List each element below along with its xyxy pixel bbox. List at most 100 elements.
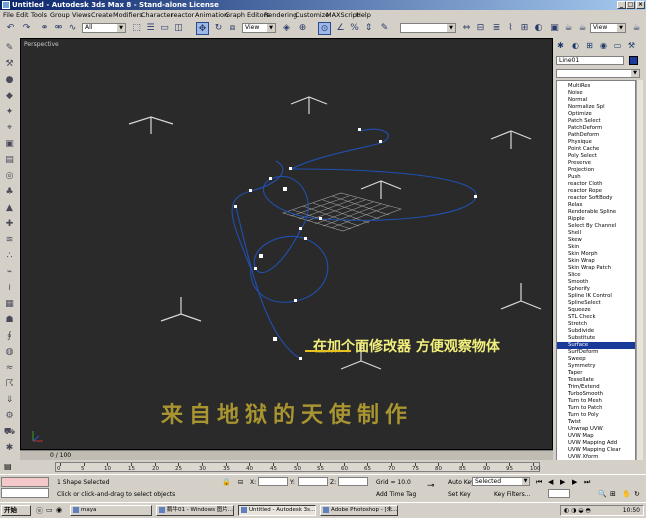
go-to-end-icon[interactable]: ⏭ (584, 478, 590, 487)
minimize-button[interactable]: _ (617, 1, 626, 9)
sphere-icon[interactable]: ● (3, 74, 16, 86)
angle-snap-icon[interactable]: ∠ (334, 22, 347, 35)
render-last-icon[interactable]: ☕ (576, 22, 589, 35)
menu-help[interactable]: Help (356, 10, 371, 20)
modifier-item[interactable]: Skin (568, 244, 579, 251)
modifier-item[interactable]: Unwrap UVW (568, 426, 603, 433)
active-shade-icon[interactable]: ☕ (630, 22, 643, 35)
timeline-track[interactable]: 0 5 10 15 20 25 30 35 40 45 50 55 60 65 70 75 80 85 90 95 10… (55, 462, 541, 472)
prev-frame-icon[interactable]: ◀ (548, 478, 553, 486)
modifier-item[interactable]: Sweep (568, 356, 586, 363)
modifier-item[interactable]: Relax (568, 202, 583, 209)
close-button[interactable]: × (636, 1, 645, 9)
current-frame-field[interactable] (548, 489, 570, 498)
modifier-item[interactable]: Turn to Patch (568, 405, 602, 412)
modifier-item[interactable]: Spherify (568, 286, 590, 293)
modifier-item[interactable]: reactor SoftBody (568, 195, 612, 202)
water-icon[interactable]: ≈ (3, 362, 16, 374)
key-mode-dropdown[interactable]: Selected ▼ (472, 477, 530, 486)
modifier-item[interactable]: Renderable Spline (568, 209, 616, 216)
modifier-item[interactable]: Trim/Extend (568, 384, 600, 391)
layer-manager-icon[interactable]: ≣ (490, 22, 503, 35)
percent-snap-icon[interactable]: % (348, 22, 361, 35)
particles-icon[interactable]: ∴ (3, 250, 16, 262)
toy-car-icon[interactable]: ⛟ (3, 426, 16, 438)
menu-file[interactable]: File (3, 10, 14, 20)
material-editor-icon[interactable]: ◐ (532, 22, 545, 35)
mirror-icon[interactable]: ⇔ (460, 22, 473, 35)
pencil-icon[interactable]: ✎ (3, 42, 16, 54)
modifier-item[interactable]: SurfDeform (568, 349, 598, 356)
menu-group[interactable]: Group (50, 10, 70, 20)
modifier-item[interactable]: Surface (557, 342, 635, 349)
create-tab-icon[interactable]: ✱ (556, 41, 565, 50)
taskbar-task[interactable]: Adobe Photoshop - [未... (320, 505, 398, 516)
modifier-item[interactable]: Skin Morph (568, 251, 598, 258)
modifier-item[interactable]: Substitute (568, 335, 595, 342)
bind-space-warp-icon[interactable]: ∿ (66, 22, 79, 35)
modifier-item[interactable]: Push (568, 174, 581, 181)
helper-icon[interactable]: ✚ (3, 218, 16, 230)
key-filters-button[interactable]: Key Filters... (494, 491, 531, 498)
object-color-swatch[interactable] (629, 56, 638, 65)
x-coordinate-field[interactable] (258, 477, 288, 486)
select-manipulate-icon[interactable]: ⊕ (296, 22, 309, 35)
modifier-item[interactable]: PatchDeform (568, 125, 602, 132)
menu-rendering[interactable]: Rendering (264, 10, 297, 20)
rope-icon[interactable]: ∮ (3, 330, 16, 342)
unlink-icon[interactable]: ⚮ (52, 22, 65, 35)
wind-icon[interactable]: ☈ (3, 378, 16, 390)
motion-tab-icon[interactable]: ◉ (599, 41, 608, 50)
render-type-dropdown[interactable]: View ▼ (590, 23, 626, 33)
fracture-icon[interactable]: ✱ (3, 442, 16, 454)
named-selection-dropdown[interactable]: ▼ (400, 23, 456, 33)
lock-selection-icon[interactable]: 🔒 (222, 478, 231, 486)
spinner-snap-icon[interactable]: ⇕ (362, 22, 375, 35)
menu-reactor[interactable]: reactor (171, 10, 194, 20)
open-mini-curve-editor-icon[interactable]: ▤ (4, 462, 14, 472)
auto-key-button[interactable]: Auto Key (448, 479, 475, 486)
modifier-item[interactable]: Noise (568, 90, 583, 97)
desktop-icon[interactable]: ▭ (46, 506, 53, 514)
menu-animation[interactable]: Animation (195, 10, 228, 20)
maxscript-listener-mini[interactable] (1, 477, 49, 487)
pivot-center-icon[interactable]: ◈ (280, 22, 293, 35)
modifier-item[interactable]: Shell (568, 230, 581, 237)
modifier-item[interactable]: Turn to Mesh (568, 398, 602, 405)
redo-icon[interactable]: ↷ (20, 22, 33, 35)
window-crossing-icon[interactable]: ◫ (172, 22, 185, 35)
hair-icon[interactable]: ≀ (3, 282, 16, 294)
camera-icon[interactable]: ⌖ (3, 122, 16, 134)
snap-toggle-icon[interactable]: ⊙ (318, 22, 331, 35)
modifier-item[interactable]: reactor Cloth (568, 181, 603, 188)
select-by-name-icon[interactable]: ☰ (144, 22, 157, 35)
modifier-item[interactable]: Patch Select (568, 118, 601, 125)
menu-graph-editors[interactable]: Graph Editors (225, 10, 270, 20)
time-slider[interactable]: 0 / 100 (20, 450, 553, 460)
shapes-icon[interactable]: ◆ (3, 90, 16, 102)
set-key-button[interactable]: Set Key (448, 491, 471, 498)
modifier-item[interactable]: Normal (568, 97, 587, 104)
box-icon[interactable]: ▣ (3, 138, 16, 150)
spacewarp-icon[interactable]: ≋ (3, 234, 16, 246)
modifier-item[interactable]: Physique (568, 139, 592, 146)
maxscript-mini-input[interactable] (1, 488, 49, 498)
select-and-scale-icon[interactable]: ⧈ (226, 22, 239, 35)
pan-icon[interactable]: ✋ (622, 490, 631, 498)
key-icon[interactable]: ⊸ (427, 481, 435, 491)
teapot-icon[interactable]: ♣ (3, 186, 16, 198)
cylinder-icon[interactable]: ▤ (3, 154, 16, 166)
modifier-item[interactable]: TurboSmooth (568, 391, 603, 398)
menu-views[interactable]: Views (72, 10, 91, 20)
modifier-item[interactable]: UVW Mapping Add (568, 440, 617, 447)
modifier-item[interactable]: Select By Channel (568, 223, 616, 230)
next-frame-icon[interactable]: ▶ (572, 478, 577, 486)
modifier-item[interactable]: Skew (568, 237, 582, 244)
modifier-item[interactable]: Twist (568, 419, 581, 426)
render-scene-icon[interactable]: ▣ (548, 22, 561, 35)
taskbar-task[interactable]: Untitled - Autodesk 3s... (238, 505, 316, 516)
zoom-icon[interactable]: 🔍 (598, 490, 607, 498)
menu-create[interactable]: Create (91, 10, 113, 20)
named-selection-icon[interactable]: ✎ (378, 22, 391, 35)
motor-icon[interactable]: ⚙ (3, 410, 16, 422)
